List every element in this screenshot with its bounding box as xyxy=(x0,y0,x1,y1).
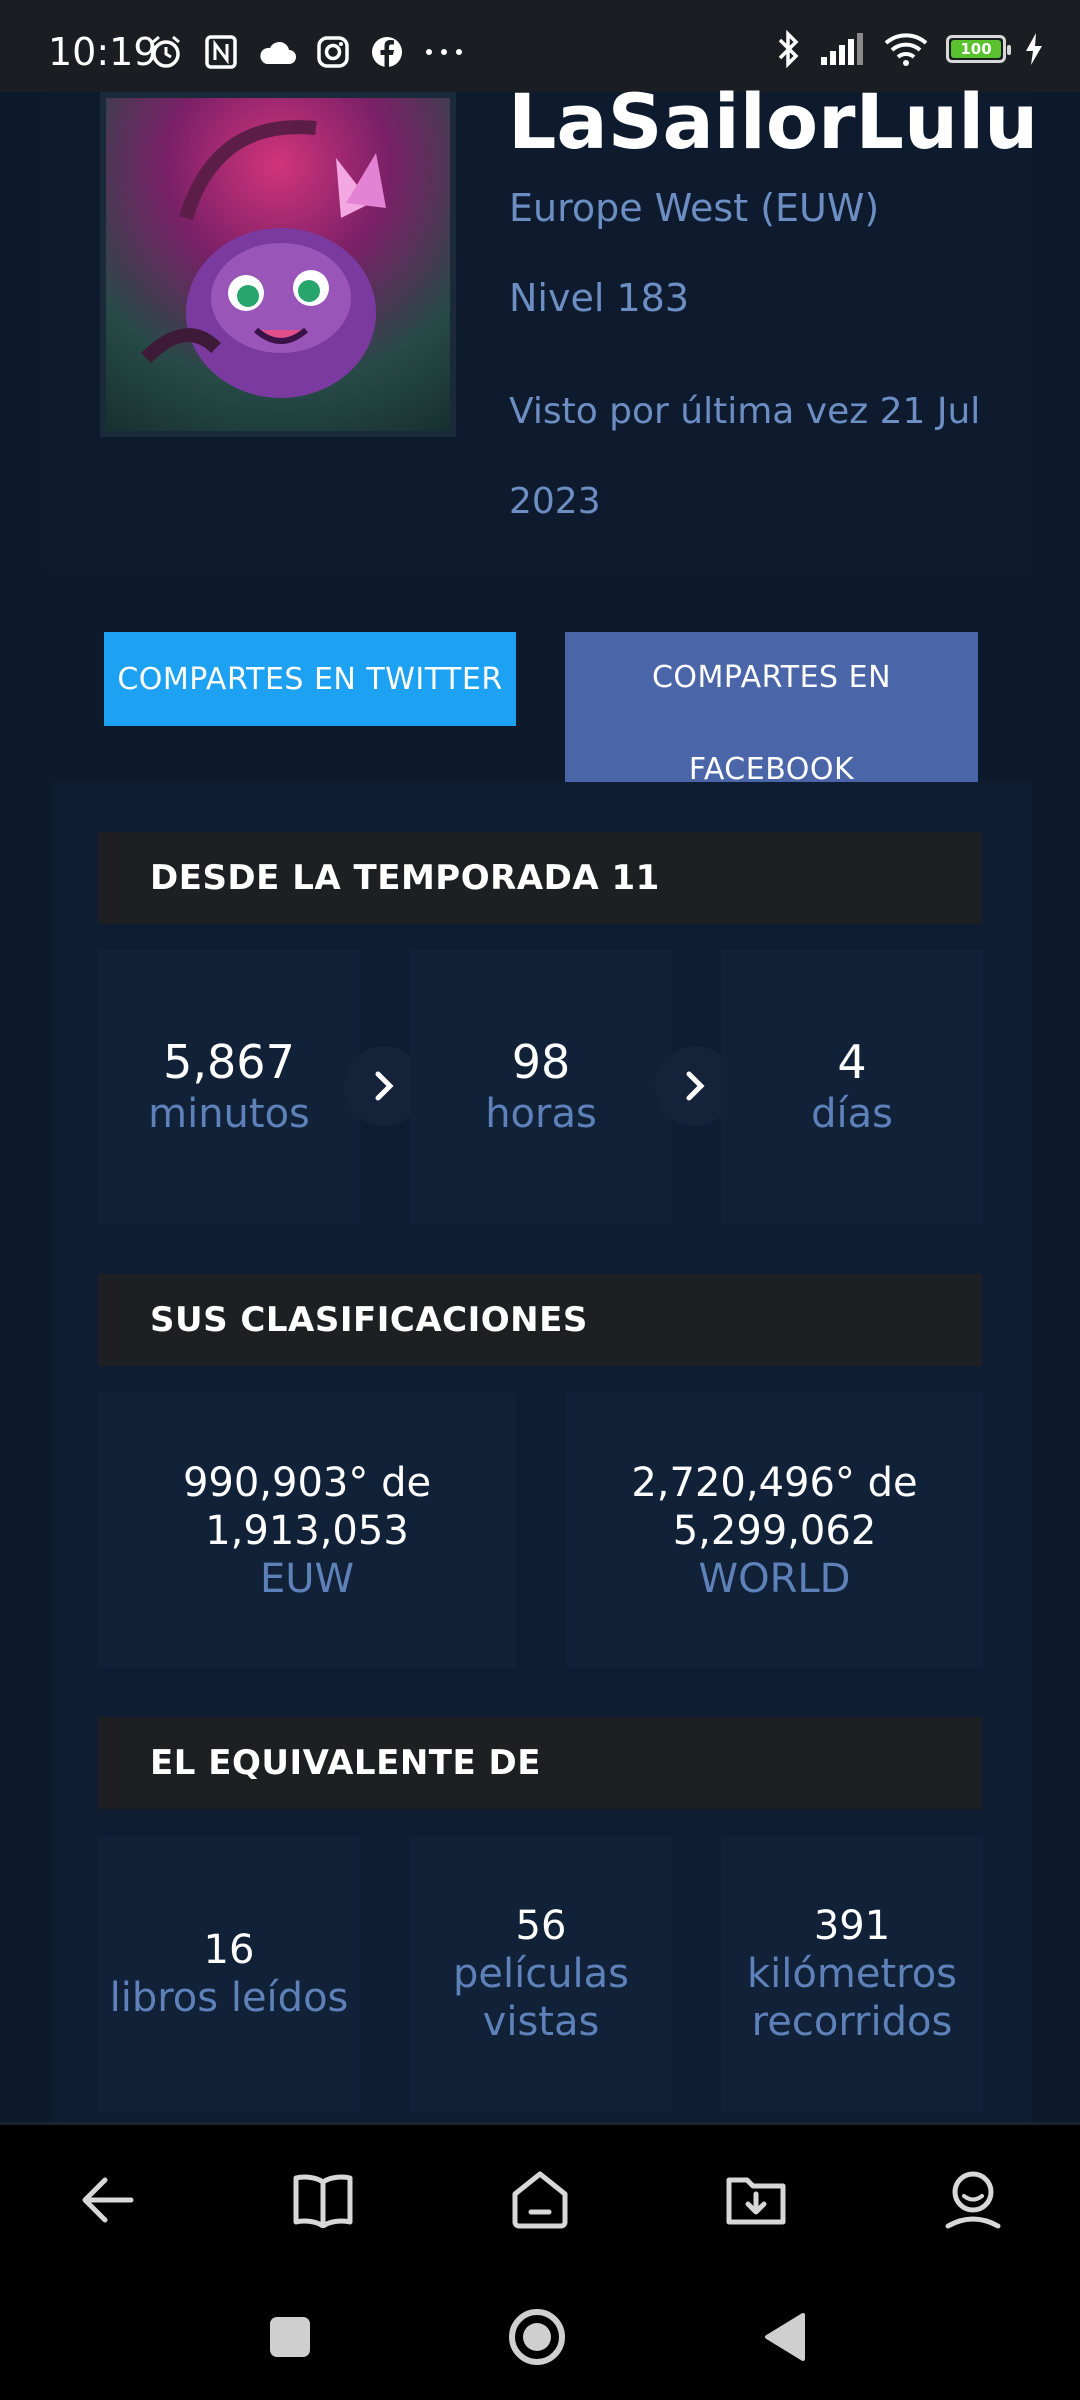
hours-value: 98 xyxy=(511,1034,571,1089)
days-label: días xyxy=(811,1090,893,1137)
ranking-world-position: 2,720,496° de xyxy=(631,1459,918,1506)
profile-card: LaSailorLulu Europe West (EUW) Nivel 183… xyxy=(46,84,1038,572)
bluetooth-icon xyxy=(776,30,802,68)
ranking-euw-total: 1,913,053 xyxy=(205,1507,409,1554)
summoner-name: LaSailorLulu xyxy=(508,77,1039,166)
facebook-icon xyxy=(370,35,404,69)
equivalent-movies-box: 56 películas vistas xyxy=(410,1836,672,2111)
alarm-icon xyxy=(148,34,184,70)
back-triangle-icon[interactable] xyxy=(750,2302,820,2372)
ranking-world-box: 2,720,496° de 5,299,062 WORLD xyxy=(566,1393,983,1668)
recent-apps-icon[interactable] xyxy=(255,2302,325,2372)
season-hours-box: 98 horas xyxy=(410,950,672,1225)
charging-icon xyxy=(1024,32,1044,66)
season-section-header: DESDE LA TEMPORADA 11 xyxy=(98,832,982,924)
season-days-box: 4 días xyxy=(721,950,983,1225)
status-time: 10:19 xyxy=(48,30,158,74)
book-icon[interactable] xyxy=(288,2165,358,2235)
system-nav-bar xyxy=(0,2272,1080,2400)
ranking-euw-box: 990,903° de 1,913,053 EUW xyxy=(98,1393,516,1668)
share-twitter-button[interactable]: COMPARTES EN TWITTER xyxy=(104,632,516,726)
movies-label: películas vistas xyxy=(452,1950,630,2045)
minutes-value: 5,867 xyxy=(163,1034,295,1089)
summoner-avatar xyxy=(100,92,456,437)
books-value: 16 xyxy=(203,1926,255,1973)
ranking-euw-position: 990,903° de xyxy=(182,1459,432,1506)
movies-value: 56 xyxy=(515,1902,567,1949)
download-folder-icon[interactable] xyxy=(721,2165,791,2235)
summoner-region: Europe West (EUW) xyxy=(509,186,880,230)
share-facebook-button[interactable]: COMPARTES EN FACEBOOK xyxy=(565,632,978,782)
share-buttons: COMPARTES EN TWITTER COMPARTES EN FACEBO… xyxy=(0,632,1080,782)
battery-icon: 100 xyxy=(946,35,1011,63)
equivalent-section-header: EL EQUIVALENTE DE xyxy=(98,1717,982,1809)
season-minutes-box: 5,867 minutos xyxy=(98,950,360,1225)
back-icon[interactable] xyxy=(72,2165,142,2235)
instagram-icon xyxy=(316,35,350,69)
profile-icon[interactable] xyxy=(938,2165,1008,2235)
last-seen: Visto por última vez 21 Jul 2023 xyxy=(509,391,981,522)
hours-label: horas xyxy=(485,1090,597,1137)
battery-level: 100 xyxy=(951,40,1001,58)
km-label: kilómetros recorridos xyxy=(747,1950,957,2045)
home-circle-icon[interactable] xyxy=(502,2302,572,2372)
ranking-world-scope: WORLD xyxy=(698,1555,851,1602)
status-icons-left xyxy=(148,34,464,70)
ranking-world-total: 5,299,062 xyxy=(672,1507,877,1554)
home-icon[interactable] xyxy=(505,2165,575,2235)
km-value: 391 xyxy=(813,1902,891,1949)
minutes-label: minutos xyxy=(148,1090,310,1137)
more-icon xyxy=(424,47,464,57)
days-value: 4 xyxy=(837,1034,867,1089)
equivalent-km-box: 391 kilómetros recorridos xyxy=(721,1836,983,2111)
status-icons-right: 100 xyxy=(776,30,1044,68)
signal-icon xyxy=(820,33,866,65)
nfc-icon xyxy=(204,34,238,70)
equivalent-books-box: 16 libros leídos xyxy=(98,1836,360,2111)
ranking-euw-scope: EUW xyxy=(259,1555,355,1602)
cloud-icon xyxy=(258,38,296,66)
books-label: libros leídos xyxy=(109,1974,349,2021)
app-bottom-nav xyxy=(0,2122,1080,2275)
rankings-section-header: SUS CLASIFICACIONES xyxy=(98,1274,982,1366)
wifi-icon xyxy=(884,32,928,66)
summoner-level: Nivel 183 xyxy=(509,276,690,320)
